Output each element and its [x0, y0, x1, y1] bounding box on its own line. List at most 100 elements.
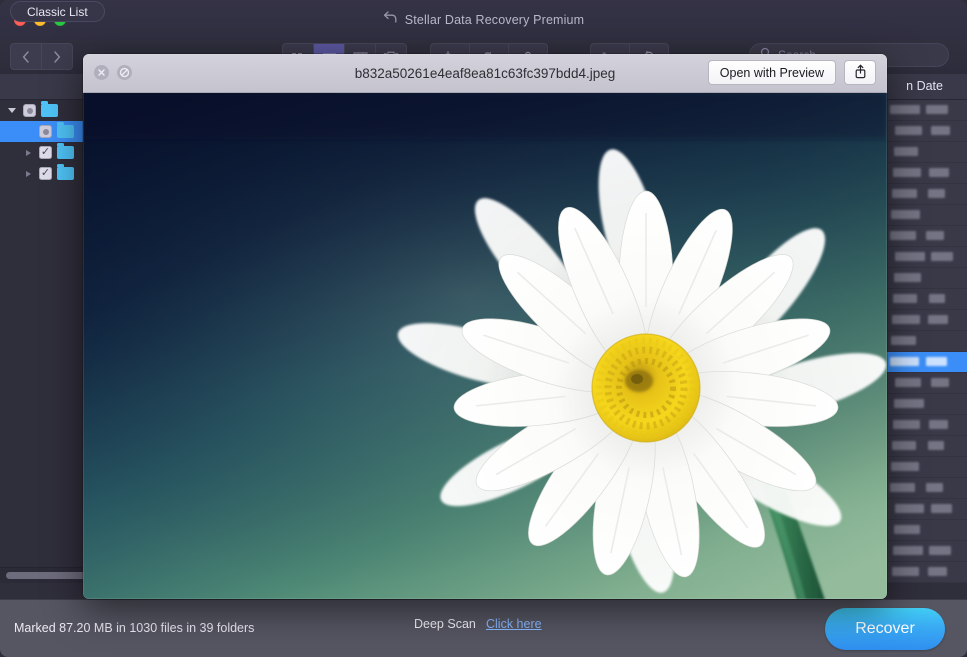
date-cell-row[interactable] [886, 478, 967, 499]
redacted-date-text [895, 504, 924, 513]
redacted-date-text [928, 441, 944, 450]
date-cell-row[interactable] [886, 331, 967, 352]
redacted-date-text [895, 378, 921, 387]
redacted-date-text [894, 273, 921, 282]
preview-image-daisy [83, 93, 887, 599]
navigation-buttons [10, 43, 73, 70]
quick-look-actions: Open with Preview [707, 60, 876, 85]
redacted-date-text [893, 546, 923, 555]
date-cell-row[interactable] [886, 394, 967, 415]
redacted-date-text [931, 378, 949, 387]
column-header-date[interactable]: n Date [906, 79, 943, 93]
redacted-date-text [891, 336, 916, 345]
date-cell-row[interactable] [886, 142, 967, 163]
tree-row-checkbox[interactable] [23, 104, 36, 117]
open-with-preview-button[interactable]: Open with Preview [707, 60, 836, 85]
marked-summary-text: Marked 87.20 MB in 1030 files in 39 fold… [14, 621, 255, 635]
redacted-date-text [928, 567, 947, 576]
date-cell-row[interactable] [886, 499, 967, 520]
quick-look-titlebar: b832a50261e4eaf8ea81c63fc397bdd4.jpeg Op… [83, 54, 887, 93]
deep-scan-link[interactable]: Click here [486, 617, 542, 631]
redacted-date-text [892, 315, 920, 324]
redacted-date-text [926, 483, 943, 492]
redacted-date-text [890, 231, 916, 240]
folder-icon [57, 164, 74, 180]
redacted-date-text [926, 231, 944, 240]
redacted-date-text [928, 315, 948, 324]
back-button[interactable] [10, 43, 41, 70]
redacted-date-text [931, 252, 953, 261]
date-cell-row[interactable] [886, 373, 967, 394]
redacted-date-text [929, 420, 948, 429]
application-title: Stellar Data Recovery Premium [404, 13, 585, 27]
disclosure-triangle-icon[interactable] [22, 147, 34, 159]
disclosure-triangle-icon[interactable] [22, 168, 34, 180]
folder-icon [57, 122, 74, 138]
date-cell-row[interactable] [886, 562, 967, 583]
folder-icon [57, 143, 74, 159]
redacted-date-text [894, 147, 918, 156]
redacted-date-text [928, 189, 945, 198]
quick-look-preview-area [83, 93, 887, 599]
back-arrow-icon [383, 11, 398, 29]
redacted-date-text [929, 294, 945, 303]
tree-row-checkbox[interactable]: ✓ [39, 167, 52, 180]
redacted-date-text [890, 483, 915, 492]
date-cell-row[interactable] [886, 121, 967, 142]
folder-icon [41, 101, 58, 117]
close-icon[interactable] [94, 65, 109, 80]
quick-look-window-controls [94, 65, 132, 80]
redacted-date-text [893, 168, 921, 177]
forward-button[interactable] [41, 43, 73, 70]
date-cell-row[interactable] [886, 226, 967, 247]
date-cell-row[interactable] [886, 163, 967, 184]
date-cell-row[interactable] [886, 310, 967, 331]
status-bar: Marked 87.20 MB in 1030 files in 39 fold… [0, 599, 967, 657]
redacted-date-text [890, 105, 920, 114]
deep-scan-label: Deep Scan [414, 617, 476, 631]
date-cell-row[interactable] [886, 247, 967, 268]
screen-root: Stellar Data Recovery Premium n Date Cla… [0, 0, 967, 657]
tree-row-checkbox[interactable] [39, 125, 52, 138]
redacted-date-text [892, 441, 916, 450]
redacted-date-text [926, 105, 948, 114]
window-title-group: Stellar Data Recovery Premium [0, 0, 967, 40]
redacted-date-text [929, 546, 951, 555]
date-cell-row[interactable] [886, 205, 967, 226]
redacted-date-text [931, 504, 952, 513]
tab-classic-list[interactable]: Classic List [10, 1, 105, 22]
date-cell-row[interactable] [886, 541, 967, 562]
date-cell-row[interactable] [886, 520, 967, 541]
recover-button[interactable]: Recover [825, 608, 945, 650]
redacted-date-text [890, 357, 919, 366]
disclosure-spacer-icon [22, 126, 34, 138]
redacted-date-text [929, 168, 949, 177]
redacted-date-text [895, 252, 925, 261]
redacted-date-text [892, 189, 917, 198]
share-icon [854, 64, 867, 82]
date-cell-row[interactable] [886, 100, 967, 121]
date-cell-row[interactable] [886, 457, 967, 478]
date-cell-row[interactable] [886, 184, 967, 205]
quick-look-window: b832a50261e4eaf8ea81c63fc397bdd4.jpeg Op… [83, 54, 887, 599]
date-cell-row[interactable] [886, 268, 967, 289]
redacted-date-text [894, 399, 924, 408]
redacted-date-text [891, 462, 919, 471]
redacted-date-text [891, 210, 920, 219]
date-cell-row[interactable] [886, 415, 967, 436]
disclosure-triangle-icon[interactable] [6, 105, 18, 117]
redacted-date-text [893, 294, 917, 303]
redacted-date-text [894, 525, 920, 534]
date-column-list[interactable] [886, 100, 967, 583]
tree-row-checkbox[interactable]: ✓ [39, 146, 52, 159]
window-titlebar: Stellar Data Recovery Premium [0, 0, 967, 41]
no-entry-icon[interactable] [117, 65, 132, 80]
redacted-date-text [931, 126, 950, 135]
date-cell-row[interactable] [886, 352, 967, 373]
redacted-date-text [893, 420, 920, 429]
date-cell-row[interactable] [886, 289, 967, 310]
redacted-date-text [926, 357, 947, 366]
share-button[interactable] [844, 60, 876, 85]
date-cell-row[interactable] [886, 436, 967, 457]
redacted-date-text [892, 567, 919, 576]
